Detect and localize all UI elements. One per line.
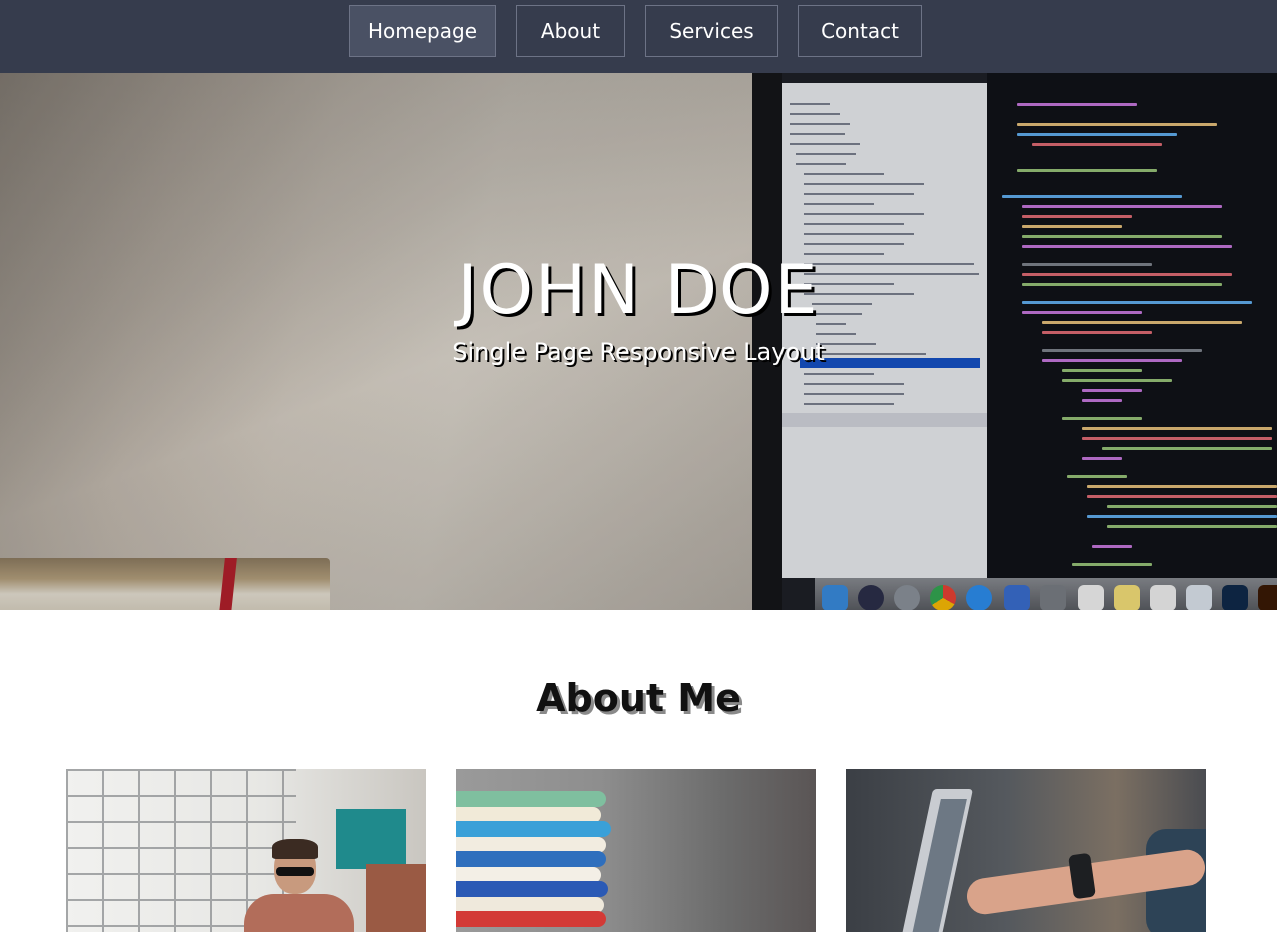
nav-services-button[interactable]: Services bbox=[645, 5, 778, 57]
hero-subtitle: Single Page Responsive Layout bbox=[452, 338, 825, 366]
about-section-title: About Me bbox=[536, 676, 741, 720]
about-card-image-books bbox=[456, 769, 816, 932]
hero-banner: JOHN DOE Single Page Responsive Layout bbox=[0, 73, 1277, 610]
nav-contact-button[interactable]: Contact bbox=[798, 5, 922, 57]
about-card-image-person bbox=[66, 769, 426, 932]
about-card-image-laptop bbox=[846, 769, 1206, 932]
nav-about-button[interactable]: About bbox=[516, 5, 625, 57]
hero-title: JOHN DOE bbox=[457, 251, 820, 330]
nav-homepage-button[interactable]: Homepage bbox=[349, 5, 496, 57]
top-nav: Homepage About Services Contact bbox=[0, 0, 1277, 73]
